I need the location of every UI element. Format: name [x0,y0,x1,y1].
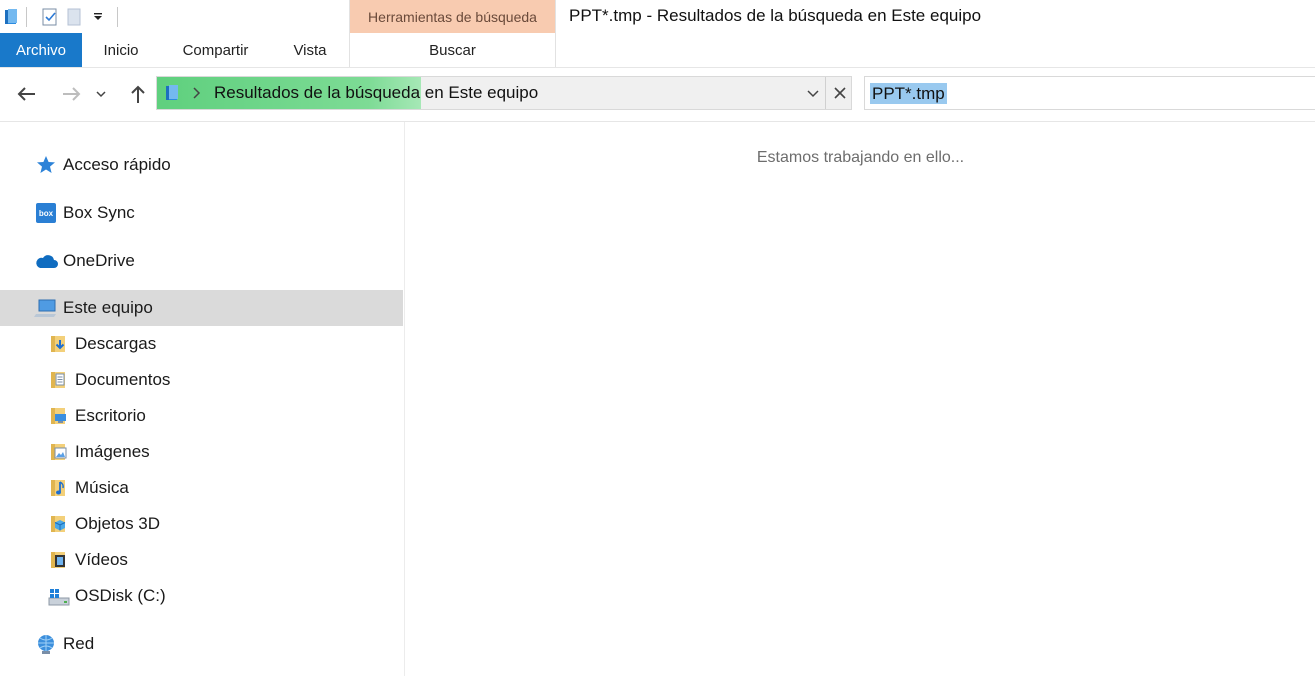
search-status-text: Estamos trabajando en ello... [756,149,965,166]
nav-item-label: Imágenes [75,442,150,461]
3d-objects-folder-icon [46,512,70,536]
nav-item-acceso-rapido[interactable]: Acceso rápido [0,147,403,183]
results-pane: Estamos trabajando en ello... [406,122,1315,676]
search-box[interactable]: PPT*.tmp [864,76,1315,110]
nav-item-musica[interactable]: Música [0,470,403,506]
nav-item-label: Música [75,478,129,497]
downloads-folder-icon [46,332,70,356]
nav-item-label: Escritorio [75,406,146,425]
explorer-icon[interactable] [2,8,20,26]
nav-item-red[interactable]: Red [0,626,403,662]
context-group-header: Herramientas de búsqueda [350,0,555,33]
ribbon-tabs: Archivo Inicio Compartir Vista [0,33,349,67]
back-arrow-icon [17,87,35,101]
nav-item-label: Objetos 3D [75,514,161,533]
tab-compartir[interactable]: Compartir [160,33,271,67]
nav-item-label: Este equipo [63,298,153,317]
nav-item-label: Documentos [75,370,171,389]
tab-vista[interactable]: Vista [271,33,349,67]
chevron-down-icon [807,90,819,98]
nav-item-imagenes[interactable]: Imágenes [0,434,403,470]
navigation-pane: Acceso rápido box Box Sync OneDrive Este… [0,122,405,676]
breadcrumb-chevron-icon[interactable] [191,86,201,105]
cloud-icon [34,249,58,273]
nav-item-label: OneDrive [63,251,135,270]
up-arrow-icon [131,85,145,103]
quick-access-toolbar [0,0,124,33]
back-button[interactable] [12,80,40,108]
pictures-folder-icon [46,440,70,464]
up-button[interactable] [124,80,152,108]
box-icon: box [34,201,58,225]
chevron-down-icon [96,91,106,98]
computer-icon [34,296,58,320]
nav-item-label: Descargas [75,334,157,353]
recent-locations-button[interactable] [92,80,110,108]
nav-item-label: Acceso rápido [63,155,171,174]
nav-item-label: OSDisk (C:) [75,586,166,605]
tab-buscar[interactable]: Buscar [350,33,555,67]
nav-item-label: Box Sync [63,203,135,222]
nav-item-este-equipo[interactable]: Este equipo [0,290,403,326]
nav-item-box-sync[interactable]: box Box Sync [0,195,403,231]
properties-icon[interactable] [41,8,59,26]
new-folder-icon[interactable] [65,8,83,26]
nav-item-osdisk[interactable]: OSDisk (C:) [0,578,403,614]
star-icon [34,153,58,177]
window-title: PPT*.tmp - Resultados de la búsqueda en … [569,6,982,25]
customize-dropdown-icon[interactable] [89,8,107,26]
music-folder-icon [46,476,70,500]
breadcrumb-location[interactable]: Resultados de la búsqueda en Este equipo [214,83,538,103]
tab-inicio[interactable]: Inicio [82,33,160,67]
address-divider [825,77,826,109]
nav-item-documentos[interactable]: Documentos [0,362,403,398]
nav-item-objetos-3d[interactable]: Objetos 3D [0,506,403,542]
nav-item-escritorio[interactable]: Escritorio [0,398,403,434]
nav-item-label: Red [63,634,95,653]
close-icon [834,87,846,99]
forward-button[interactable] [58,80,86,108]
navigation-bar: Resultados de la búsqueda en Este equipo… [0,68,1315,122]
forward-arrow-icon [63,87,81,101]
svg-text:box: box [39,209,54,218]
search-tools-context-group: Herramientas de búsqueda Buscar [349,0,556,67]
drive-icon [46,584,70,608]
nav-item-videos[interactable]: Vídeos [0,542,403,578]
nav-item-descargas[interactable]: Descargas [0,326,403,362]
documents-folder-icon [46,368,70,392]
nav-item-onedrive[interactable]: OneDrive [0,243,403,279]
videos-folder-icon [46,548,70,572]
title-bar: PPT*.tmp - Resultados de la búsqueda en … [0,0,1315,33]
nav-item-label: Vídeos [75,550,128,569]
network-icon [34,632,58,656]
stop-search-button[interactable] [829,82,851,104]
address-dropdown-button[interactable] [803,85,823,103]
search-input[interactable]: PPT*.tmp [870,83,947,104]
address-bar[interactable]: Resultados de la búsqueda en Este equipo [156,76,852,110]
desktop-folder-icon [46,404,70,428]
tab-archivo[interactable]: Archivo [0,33,82,67]
search-results-icon [164,84,180,107]
